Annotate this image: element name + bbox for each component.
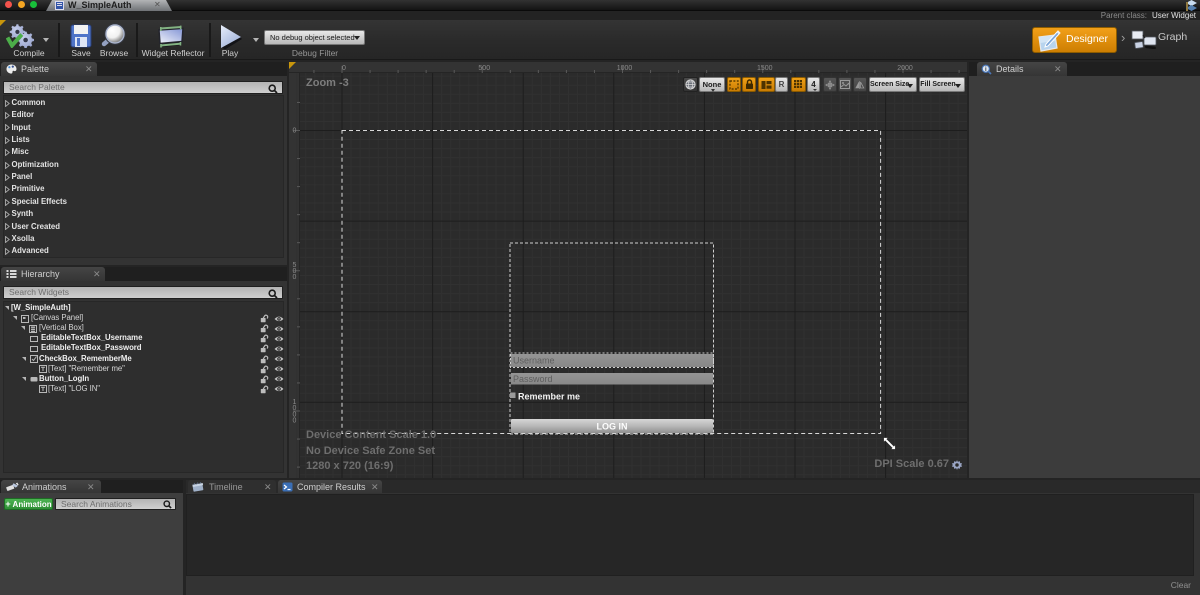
svg-text:1500: 1500	[757, 65, 773, 72]
svg-text:500: 500	[478, 65, 490, 72]
svg-text:Password: Password	[513, 374, 553, 384]
svg-text:LOG IN: LOG IN	[597, 422, 628, 432]
svg-text:0: 0	[342, 65, 346, 72]
svg-text:Username: Username	[513, 356, 555, 366]
svg-text:0: 0	[293, 274, 297, 281]
svg-text:Remember me: Remember me	[518, 392, 580, 402]
svg-text:0: 0	[293, 418, 297, 425]
svg-text:2000: 2000	[897, 65, 913, 72]
svg-text:1000: 1000	[617, 65, 633, 72]
svg-text:0: 0	[293, 128, 297, 135]
